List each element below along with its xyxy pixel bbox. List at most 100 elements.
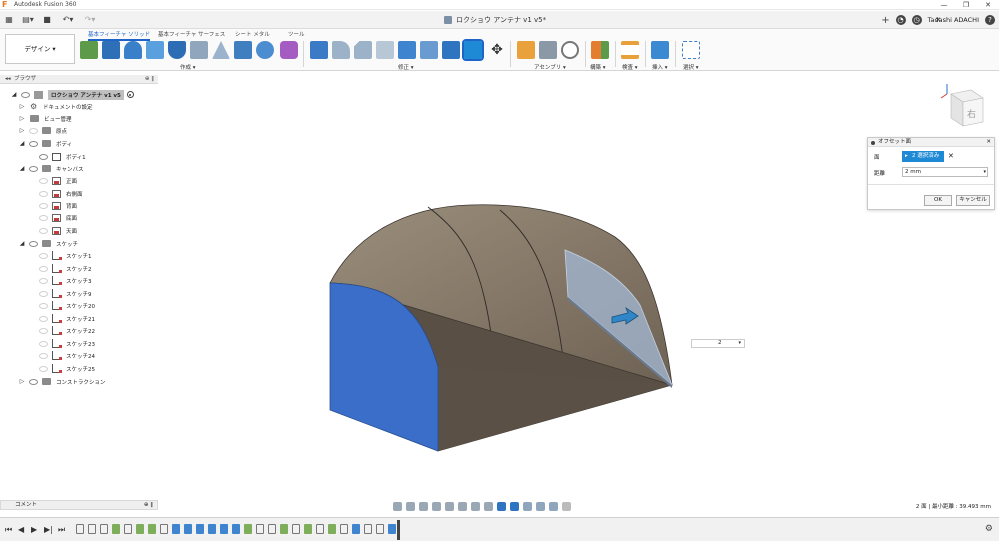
joint-icon[interactable]	[539, 41, 557, 59]
visibility-icon[interactable]	[39, 202, 48, 209]
orbit-icon[interactable]	[393, 501, 402, 511]
tree-item-origin[interactable]: ▷ 原点	[18, 125, 67, 136]
expand-toggle-icon[interactable]: ◢	[10, 91, 18, 98]
document-tab[interactable]: ロクショウ アンテナ v1 v5* ✕	[444, 13, 941, 27]
box-select-icon[interactable]	[497, 501, 506, 511]
zoom-window-icon[interactable]	[445, 501, 454, 511]
tree-item-canvases[interactable]: ◢ キャンバス	[18, 163, 84, 174]
loft-icon[interactable]	[168, 41, 186, 59]
inspect-menu[interactable]: 検査 ▾	[622, 63, 638, 71]
tree-item-canvas[interactable]: 天面	[36, 225, 77, 236]
tree-item-sketch[interactable]: スケッチ1	[36, 250, 92, 261]
timeline-feature[interactable]	[196, 524, 204, 534]
timeline-play-icon[interactable]: ▶	[31, 525, 37, 534]
tree-item-sketch[interactable]: スケッチ25	[36, 363, 95, 374]
timeline-sketch[interactable]	[340, 524, 348, 534]
create-sketch-icon[interactable]	[80, 41, 98, 59]
tree-item-sketch[interactable]: スケッチ20	[36, 300, 95, 311]
shell-icon[interactable]	[190, 41, 208, 59]
comments-panel[interactable]: コメント ⊕ ‖	[0, 500, 158, 510]
select-window-icon[interactable]	[682, 41, 700, 59]
zoom-icon[interactable]	[432, 501, 441, 511]
app-grid-icon[interactable]: ▦	[4, 14, 14, 26]
sweep-icon[interactable]	[146, 41, 164, 59]
timeline-gear-icon[interactable]: ⚙	[985, 524, 993, 534]
activate-radio[interactable]	[126, 91, 134, 98]
visibility-icon[interactable]	[39, 190, 48, 197]
tree-item-document-settings[interactable]: ▷ ⚙ ドキュメントの設定	[18, 101, 93, 112]
timeline-feature[interactable]	[184, 524, 192, 534]
combine-icon[interactable]	[398, 41, 416, 59]
chevron-down-icon[interactable]: ▾	[983, 168, 986, 176]
value-text[interactable]: 2	[718, 340, 722, 347]
viewcube[interactable]: 右	[937, 80, 989, 132]
timeline-next-icon[interactable]: ▶|	[44, 525, 53, 534]
file-menu-icon[interactable]: ▤▾	[20, 14, 36, 26]
timeline-sketch[interactable]	[160, 524, 168, 534]
timeline-sketch[interactable]	[316, 524, 324, 534]
timeline-feature[interactable]	[208, 524, 216, 534]
user-name[interactable]: Tadashi ADACHI	[928, 16, 979, 24]
timeline-feature[interactable]	[220, 524, 228, 534]
press-pull-icon[interactable]	[310, 41, 328, 59]
timeline-feature[interactable]	[304, 524, 312, 534]
form-icon[interactable]	[280, 41, 298, 59]
as-built-joint-icon[interactable]	[561, 41, 579, 59]
distance-field[interactable]: 2 mm ▾	[902, 167, 988, 177]
expand-toggle-icon[interactable]: ▷	[18, 127, 26, 134]
tree-item-canvas[interactable]: 底面	[36, 212, 77, 223]
browser-header[interactable]: ◂◂ ブラウザ ⊕ ‖	[0, 75, 158, 84]
rib-icon[interactable]	[212, 41, 230, 59]
browser-controls[interactable]: ⊕ ‖	[145, 75, 154, 84]
shell-modify-icon[interactable]	[376, 41, 394, 59]
viewcube-icon[interactable]	[937, 80, 989, 132]
assemble-menu[interactable]: アセンブリ ▾	[534, 63, 566, 71]
timeline-sketch[interactable]	[292, 524, 300, 534]
visibility-icon[interactable]	[39, 214, 48, 221]
visibility-icon[interactable]	[29, 378, 38, 385]
expand-toggle-icon[interactable]: ▷	[18, 103, 26, 110]
tree-item-sketch[interactable]: スケッチ21	[36, 313, 95, 324]
timeline-feature[interactable]	[280, 524, 288, 534]
dialog-close-icon[interactable]: ✕	[986, 138, 991, 147]
tree-item-canvas[interactable]: 正面	[36, 175, 77, 186]
pattern-icon[interactable]	[256, 41, 274, 59]
face-select-button[interactable]: 2 選択済み	[902, 151, 944, 162]
visibility-icon[interactable]	[39, 177, 48, 184]
chevron-down-icon[interactable]: ▾	[738, 340, 741, 347]
visibility-icon[interactable]	[29, 240, 38, 247]
job-status-icon[interactable]: ◔	[895, 15, 906, 25]
timeline-first-icon[interactable]: ⏮	[5, 525, 12, 535]
visibility-icon[interactable]	[39, 302, 48, 309]
tree-item-bodies[interactable]: ◢ ボディ	[18, 138, 72, 149]
visibility-icon[interactable]	[39, 290, 48, 297]
visibility-icon[interactable]	[39, 252, 48, 259]
visibility-icon[interactable]	[39, 227, 48, 234]
tree-item-sketch[interactable]: スケッチ23	[36, 338, 95, 349]
distance-value[interactable]: 2 mm	[905, 169, 921, 175]
timeline-sketch[interactable]	[268, 524, 276, 534]
display-settings-icon[interactable]	[458, 501, 467, 511]
insert-menu[interactable]: 挿入 ▾	[652, 63, 668, 71]
timeline-last-icon[interactable]: ⏭	[58, 525, 65, 535]
workspace-switcher[interactable]: デザイン ▾	[5, 34, 75, 64]
timeline-sketch[interactable]	[88, 524, 96, 534]
new-tab-icon[interactable]: +	[881, 15, 889, 26]
tab-surface[interactable]: 基本フィーチャ サーフェス	[158, 30, 225, 38]
extrude-icon[interactable]	[102, 41, 120, 59]
viewcube-face-label[interactable]: 右	[967, 107, 976, 120]
visibility-icon[interactable]	[39, 277, 48, 284]
cube-select-icon[interactable]	[510, 501, 519, 511]
select-menu[interactable]: 選択 ▾	[683, 63, 699, 71]
visibility-icon[interactable]	[39, 340, 48, 347]
timeline-feature[interactable]	[148, 524, 156, 534]
section-icon[interactable]	[536, 501, 545, 511]
ok-button[interactable]: OK	[924, 195, 952, 206]
tree-item-sketch[interactable]: スケッチ3	[36, 275, 92, 286]
timeline-sketch[interactable]	[100, 524, 108, 534]
tab-sheet-metal[interactable]: シート メタル	[235, 30, 270, 38]
visibility-icon[interactable]	[29, 165, 38, 172]
look-at-icon[interactable]	[406, 501, 415, 511]
dialog-header[interactable]: オフセット面 ✕	[868, 138, 994, 147]
minimize-button[interactable]: —	[933, 0, 955, 10]
